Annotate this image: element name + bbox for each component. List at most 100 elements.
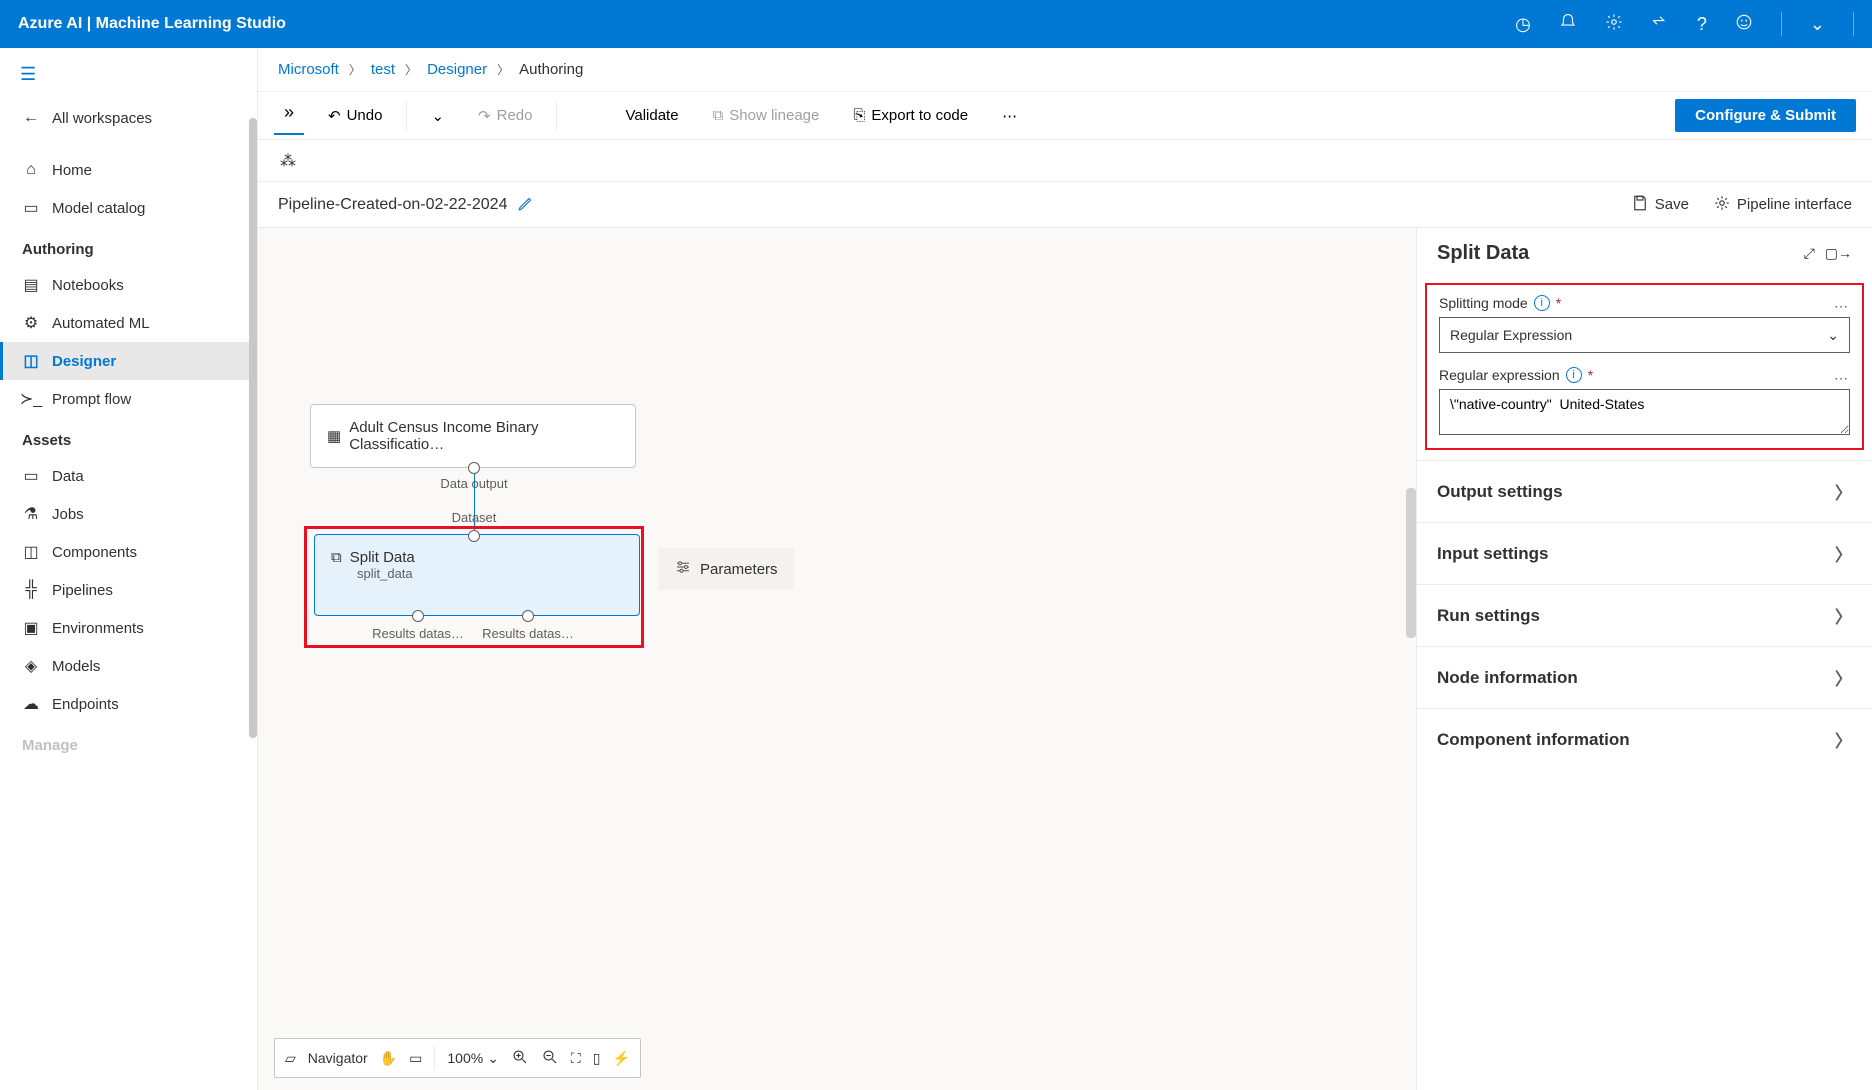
validate-button[interactable]: Validate [615, 101, 688, 130]
endpoints-icon: ☁ [22, 695, 40, 713]
chevron-down-icon: ⌄ [487, 1050, 499, 1067]
info-icon[interactable]: i [1566, 367, 1582, 383]
more-options-button[interactable]: ⋯ [992, 101, 1027, 131]
info-icon[interactable]: i [1534, 295, 1550, 311]
designer-icon: ◫ [22, 352, 40, 370]
sidebar-prompt-flow[interactable]: ≻_ Prompt flow [0, 380, 257, 418]
breadcrumb-section[interactable]: Designer [427, 61, 487, 78]
sidebar-model-catalog[interactable]: ▭ Model catalog [0, 189, 257, 227]
sidebar-label: Automated ML [52, 315, 150, 332]
bottombar-separator [434, 1046, 435, 1070]
panel-title: Split Data [1437, 242, 1794, 265]
sidebar-label: Notebooks [52, 277, 124, 294]
pipelines-icon: ╬ [22, 581, 40, 599]
sidebar-jobs[interactable]: ⚗ Jobs [0, 495, 257, 533]
accordion-label: Node information [1437, 668, 1578, 688]
accordion-output-settings[interactable]: Output settings 〉 [1417, 460, 1872, 522]
sidebar-scrollbar[interactable] [249, 118, 257, 738]
notifications-icon[interactable] [1559, 13, 1577, 36]
node2-out2-label: Results datas… [482, 626, 574, 641]
toolbar-separator [556, 101, 557, 131]
accordion-label: Input settings [1437, 544, 1548, 564]
export-to-code-button[interactable]: ⎘ Export to code [843, 101, 978, 130]
node2-input-port[interactable] [468, 530, 480, 542]
sidebar-all-workspaces[interactable]: ← All workspaces [0, 99, 257, 137]
zoom-out-icon[interactable] [541, 1048, 559, 1069]
sidebar-pipelines[interactable]: ╬ Pipelines [0, 571, 257, 609]
node2-output-port-2[interactable] [522, 610, 534, 622]
edge-dataset[interactable] [474, 474, 475, 534]
breadcrumb-workspace[interactable]: test [371, 61, 395, 78]
sidebar-data[interactable]: ▭ Data [0, 457, 257, 495]
sidebar-automated-ml[interactable]: ⚙ Automated ML [0, 304, 257, 342]
breadcrumb-root[interactable]: Microsoft [278, 61, 339, 78]
pipeline-interface-button[interactable]: Pipeline interface [1713, 194, 1852, 216]
hamburger-icon[interactable]: ☰ [0, 58, 257, 99]
node1-output-port[interactable] [468, 462, 480, 474]
show-lineage-button[interactable]: ⧉ Show lineage [703, 101, 830, 130]
zoom-in-icon[interactable] [511, 1048, 529, 1069]
parameters-label: Parameters [700, 561, 778, 578]
smiley-icon[interactable] [1735, 13, 1753, 36]
sidebar-endpoints[interactable]: ☁ Endpoints [0, 685, 257, 723]
notebook-icon: ▤ [22, 276, 40, 294]
breadcrumb: Microsoft 〉 test 〉 Designer 〉 Authoring [258, 48, 1872, 92]
split-icon: ⧉ [331, 549, 342, 566]
sidebar-designer[interactable]: ◫ Designer [0, 342, 257, 380]
chevron-right-icon: 〉 [1835, 727, 1852, 752]
sidebar-environments[interactable]: ▣ Environments [0, 609, 257, 647]
undo-dropdown[interactable]: ⌄ [421, 101, 454, 131]
help-icon[interactable]: ? [1697, 14, 1707, 35]
node2-output-port-1[interactable] [412, 610, 424, 622]
fit-screen-icon[interactable]: ⛶ [571, 1050, 581, 1067]
accordion-run-settings[interactable]: Run settings 〉 [1417, 584, 1872, 646]
undo-button[interactable]: ↶ Undo [318, 101, 392, 131]
regex-input[interactable]: \"native-country" United-States [1439, 389, 1850, 435]
expand-toolbar-button[interactable]: » [274, 96, 304, 135]
auto-layout-icon[interactable]: ⚡ [612, 1050, 629, 1067]
accordion-label: Run settings [1437, 606, 1540, 626]
sidebar-notebooks[interactable]: ▤ Notebooks [0, 266, 257, 304]
chevron-right-icon: 〉 [1835, 541, 1852, 566]
parameters-chip[interactable]: Parameters [658, 548, 794, 590]
save-button[interactable]: Save [1631, 194, 1689, 216]
pin-right-icon[interactable]: ▢→ [1825, 245, 1852, 262]
node-split-data[interactable]: ⧉ Split Data split_data [314, 534, 640, 616]
field-more-icon[interactable]: ⋯ [1834, 298, 1850, 315]
lineage-icon: ⧉ [713, 107, 724, 124]
canvas-scrollbar[interactable] [1406, 488, 1416, 638]
sidebar-models[interactable]: ◈ Models [0, 647, 257, 685]
accordion-component-information[interactable]: Component information 〉 [1417, 708, 1872, 770]
edit-pencil-icon[interactable] [517, 194, 535, 215]
sidebar-home[interactable]: ⌂ Home [0, 151, 257, 189]
node-adult-census[interactable]: ▦ Adult Census Income Binary Classificat… [310, 404, 636, 468]
expand-icon[interactable]: ⤢ [1804, 245, 1815, 262]
splitting-mode-label-row: Splitting mode i * ⋯ [1439, 295, 1850, 317]
field-more-icon[interactable]: ⋯ [1834, 370, 1850, 387]
graph-view-icon[interactable]: ⁂ [274, 145, 302, 177]
accordion-node-information[interactable]: Node information 〉 [1417, 646, 1872, 708]
chevron-right-icon: 〉 [405, 61, 417, 78]
pipeline-canvas[interactable]: ▦ Adult Census Income Binary Classificat… [258, 228, 1416, 1090]
sidebar-label: Jobs [52, 506, 84, 523]
topbar-icon-group: ◷ ? ⌄ [1515, 12, 1854, 36]
zoom-dropdown[interactable]: 100% ⌄ [447, 1050, 499, 1067]
settings-icon[interactable] [1605, 13, 1623, 36]
redo-label: Redo [497, 107, 533, 124]
chevron-down-icon[interactable]: ⌄ [1810, 14, 1825, 35]
cursor-icon[interactable]: ▭ [409, 1050, 422, 1067]
accordion-input-settings[interactable]: Input settings 〉 [1417, 522, 1872, 584]
redo-button[interactable]: ↷ Redo [468, 101, 542, 131]
pan-icon[interactable]: ✋ [380, 1050, 397, 1067]
validate-label: Validate [625, 107, 678, 124]
recent-icon[interactable]: ◷ [1515, 14, 1531, 35]
configure-submit-button[interactable]: Configure & Submit [1675, 99, 1856, 132]
interface-label: Pipeline interface [1737, 196, 1852, 213]
sidebar-label: Components [52, 544, 137, 561]
splitting-mode-select[interactable]: Regular Expression ⌄ [1439, 317, 1850, 353]
actual-size-icon[interactable]: ▯ [593, 1050, 601, 1067]
sidebar-label: Endpoints [52, 696, 119, 713]
feedback-icon[interactable] [1651, 13, 1669, 36]
sidebar-components[interactable]: ◫ Components [0, 533, 257, 571]
navigator-label[interactable]: Navigator [308, 1050, 368, 1066]
